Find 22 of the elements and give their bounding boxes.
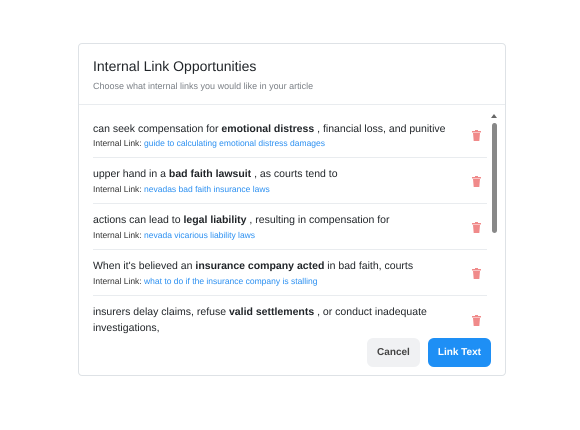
anchor-text: insurers delay claims, refuse valid settlements , or conduct inadequate investigations, [93, 305, 428, 336]
anchor-text: upper hand in a bad faith lawsuit , as courts tend to [93, 167, 339, 182]
link[interactable]: nevada vicarious liability laws [144, 230, 256, 240]
modal-subtitle: Choose what internal links you would like in your article [93, 80, 314, 93]
link-text-button[interactable]: Link Text [428, 338, 491, 367]
link[interactable]: nevadas bad faith insurance laws [144, 184, 270, 194]
link-label: Internal Link: [93, 138, 143, 148]
cancel-button[interactable]: Cancel [367, 338, 420, 367]
link-label: Internal Link: [93, 230, 143, 240]
link-label: Internal Link: [93, 276, 143, 286]
trash-icon[interactable] [472, 176, 481, 187]
trash-icon[interactable] [472, 130, 481, 141]
modal-title: Internal Link Opportunities [93, 57, 258, 76]
link[interactable]: guide to calculating emotional distress damages [144, 138, 325, 148]
trash-icon[interactable] [472, 315, 481, 326]
anchor-text: actions can lead to legal liability , resulting in compensation for [93, 213, 391, 228]
anchor-text: can seek compensation for emotional distress , financial loss, and punitive [93, 122, 447, 136]
link-label: Internal Link: [93, 184, 143, 194]
trash-icon[interactable] [472, 222, 481, 233]
anchor-text: When it's believed an insurance company acted in bad faith, courts [93, 259, 414, 274]
link[interactable]: what to do if the insurance company is stalling [144, 276, 318, 286]
trash-icon[interactable] [472, 268, 481, 279]
